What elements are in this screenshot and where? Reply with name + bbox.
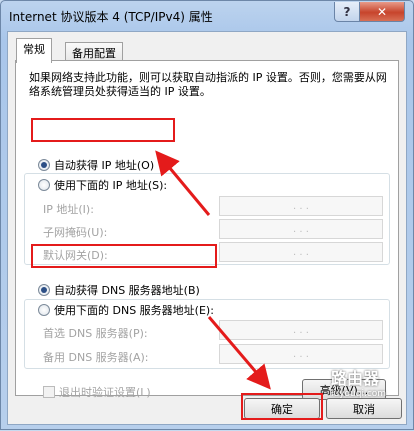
watermark-title: 路由器 — [331, 369, 380, 388]
watermark-logo: 路由器 luyouqi.com — [331, 365, 414, 405]
dialog-window: Internet 协议版本 4 (TCP/IPv4) 属性 ? ✕ 常规 备用配… — [0, 0, 414, 430]
arrow-to-ok-button — [207, 316, 271, 390]
watermark-url: luyouqi.com — [331, 389, 387, 399]
arrow-to-auto-ip — [155, 150, 211, 216]
tab-general[interactable]: 常规 — [16, 38, 52, 63]
